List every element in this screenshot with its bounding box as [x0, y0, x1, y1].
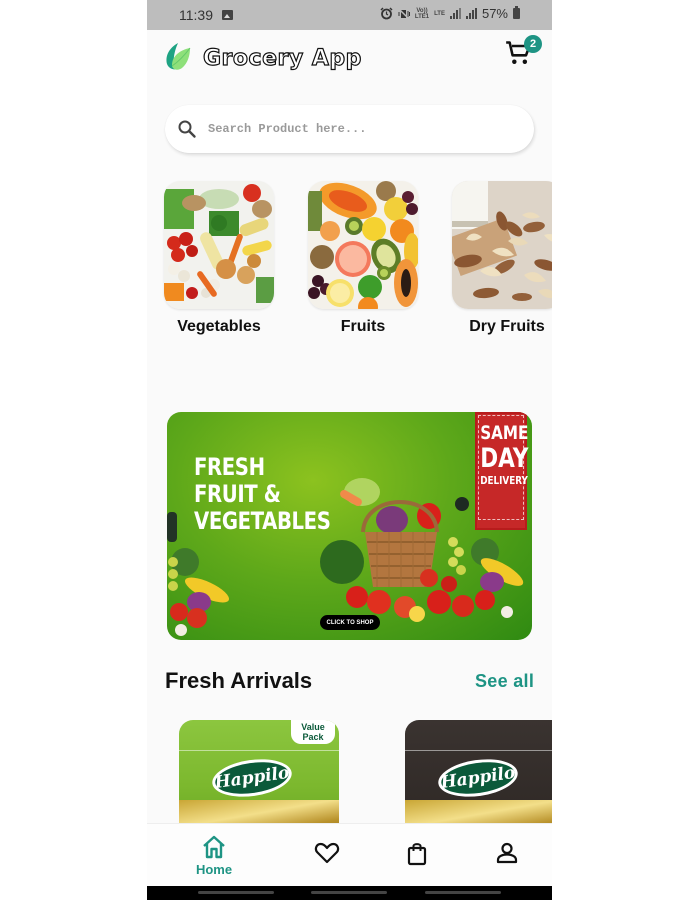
app-title: Grocery App	[202, 45, 362, 71]
category-label: Vegetables	[177, 318, 261, 335]
heart-icon	[314, 842, 340, 864]
system-navigation-bar	[147, 886, 552, 900]
category-label: Dry Fruits	[469, 318, 545, 335]
vegetables-photo	[164, 181, 274, 309]
banner-headline: FRESH FRUIT & VEGETABLES	[194, 453, 331, 535]
lte-indicator: LTE	[434, 10, 445, 17]
status-time: 11:39	[179, 7, 213, 23]
search-icon	[178, 120, 196, 138]
badge-line: DELIVERY	[480, 474, 528, 487]
brand-logo: Happilo	[209, 754, 295, 802]
product-card[interactable]: Value Pack Happilo	[179, 720, 339, 830]
volte-indicator: Vo)) LTE1	[414, 7, 430, 20]
nav-home[interactable]: Home	[184, 834, 244, 880]
search-bar[interactable]	[165, 105, 534, 153]
app-header: Grocery App 2	[147, 30, 552, 90]
category-fruits[interactable]: Fruits	[308, 181, 418, 335]
phone-screen: 11:39 Vo)) LTE1 LTE 57% Grocery App 2 Se…	[147, 0, 552, 900]
product-card[interactable]: Happilo	[405, 720, 552, 830]
badge-line: DAY	[480, 443, 529, 474]
leaf-logo-icon	[166, 43, 191, 70]
bottom-navigation: Home	[147, 823, 552, 886]
battery-icon	[513, 6, 520, 19]
search-input[interactable]	[208, 117, 518, 141]
nav-profile[interactable]	[477, 834, 537, 880]
alarm-icon	[380, 7, 393, 20]
banner-headline-line: FRUIT &	[194, 480, 281, 508]
fruits-photo	[308, 181, 418, 309]
pouch-line	[405, 750, 552, 751]
shopping-bag-icon	[407, 843, 427, 866]
promo-banner[interactable]: FRESH FRUIT & VEGETABLES SAME DAY DELIVE…	[167, 412, 532, 640]
nav-home-label: Home	[195, 862, 233, 877]
gallery-notification-icon	[222, 10, 233, 20]
signal-strength-icon-1	[449, 8, 461, 19]
person-icon	[496, 842, 518, 864]
dry-fruits-photo	[452, 181, 552, 309]
fresh-arrivals-title: Fresh Arrivals	[165, 668, 313, 693]
nav-favorites[interactable]	[297, 834, 357, 880]
banner-headline-line: VEGETABLES	[194, 507, 331, 535]
category-vegetables[interactable]: Vegetables	[164, 181, 274, 335]
system-nav-gesture[interactable]	[198, 891, 274, 894]
see-all-link[interactable]: See all	[475, 671, 534, 692]
category-dry-fruits[interactable]: Dry Fruits	[452, 181, 552, 335]
category-label: Fruits	[340, 318, 386, 335]
banner-headline-line: FRESH	[194, 453, 265, 481]
vibrate-mute-icon	[397, 7, 410, 20]
battery-percent: 57%	[481, 6, 508, 21]
status-bar: 11:39 Vo)) LTE1 LTE 57%	[147, 0, 552, 30]
status-icons: Vo)) LTE1 LTE 57%	[380, 6, 520, 21]
cart-count-badge: 2	[524, 35, 542, 53]
value-pack-tag: Value Pack	[291, 720, 335, 744]
home-icon	[203, 835, 225, 859]
system-nav-gesture[interactable]	[311, 891, 387, 894]
same-day-delivery-badge: SAME DAY DELIVERY	[475, 412, 529, 530]
badge-line: SAME	[480, 422, 529, 444]
category-image-vegetables	[164, 181, 274, 309]
category-image-fruits	[308, 181, 418, 309]
signal-strength-icon-2	[465, 8, 477, 19]
click-to-shop-button[interactable]: CLICK TO SHOP	[320, 615, 380, 630]
brand-logo: Happilo	[435, 754, 521, 802]
pouch-line	[179, 750, 339, 751]
category-image-dry-fruits	[452, 181, 552, 309]
system-nav-gesture[interactable]	[425, 891, 501, 894]
nav-orders[interactable]	[387, 834, 447, 880]
